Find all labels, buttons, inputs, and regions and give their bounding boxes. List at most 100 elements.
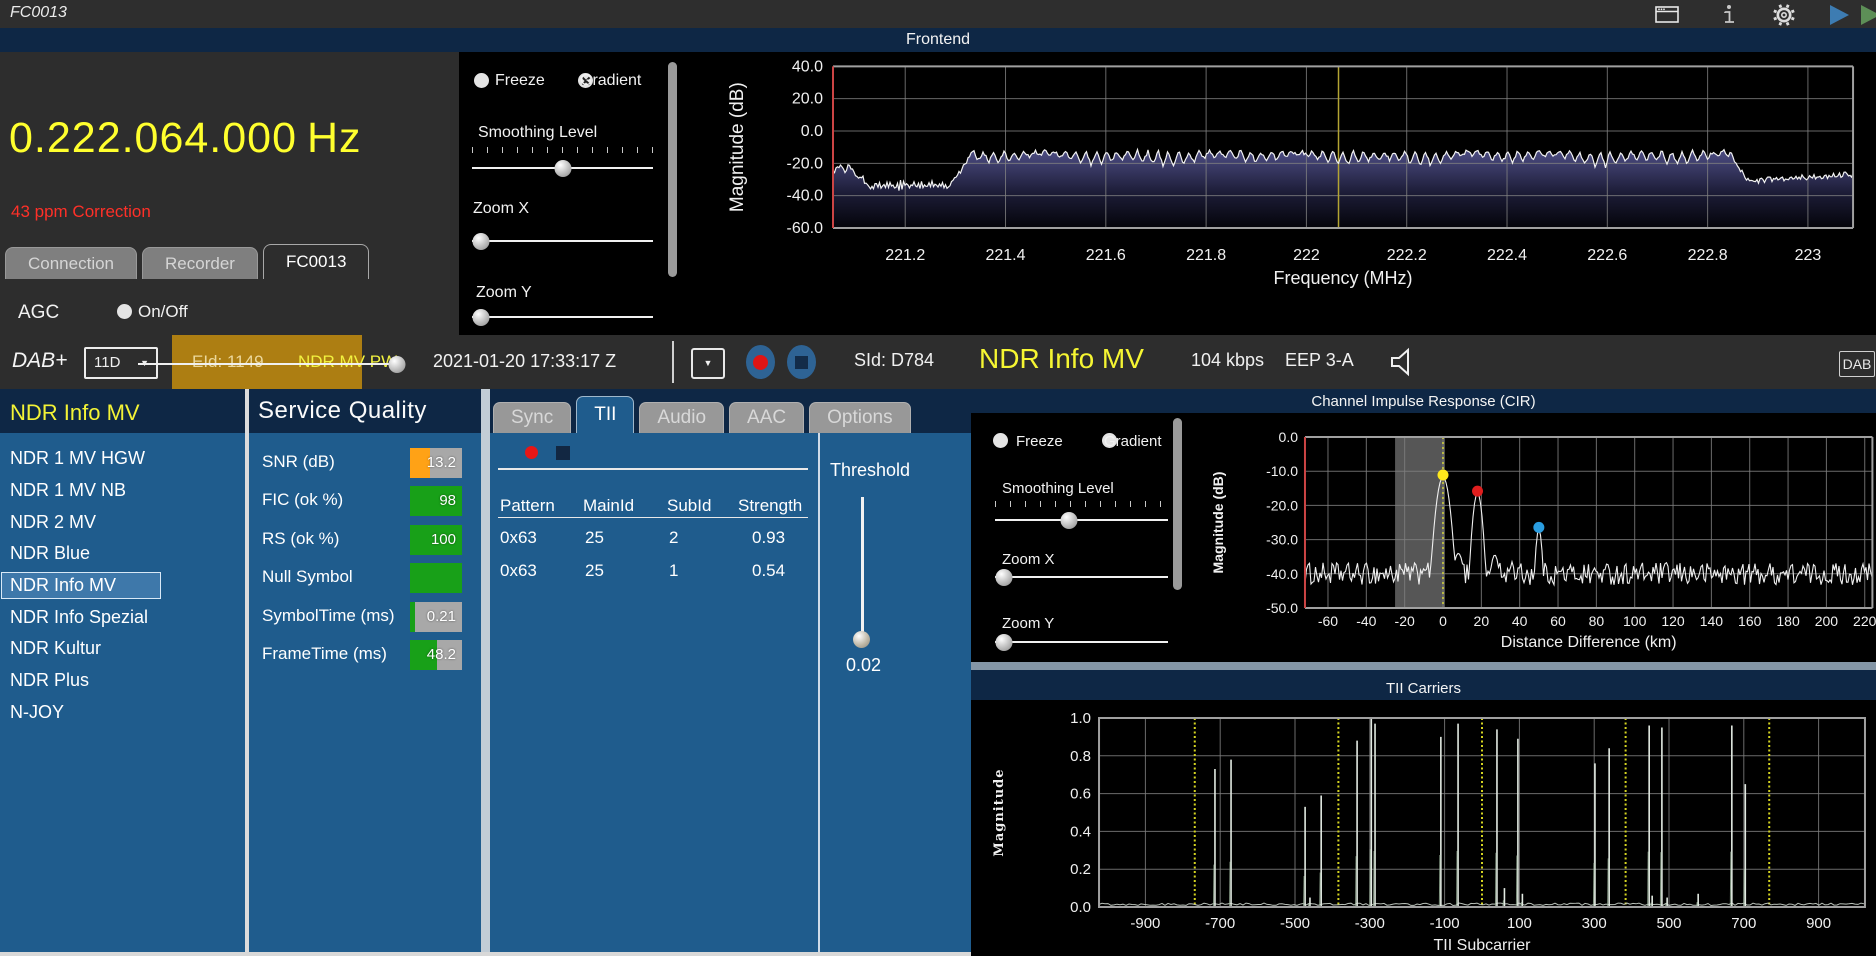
- svg-text:120: 120: [1661, 613, 1685, 629]
- cir-zoomy-slider-handle[interactable]: [995, 633, 1013, 651]
- dab-mode-label: DAB+: [12, 349, 68, 372]
- frontend-zoomy-slider-handle[interactable]: [472, 308, 490, 326]
- frontend-zoomx-slider[interactable]: [472, 232, 653, 250]
- protection-label: EEP 3-A: [1285, 350, 1354, 370]
- tab-aac[interactable]: AAC: [729, 402, 805, 433]
- frequency-unit: Hz: [307, 114, 362, 162]
- service-item-ndr-1-mv-hgw[interactable]: NDR 1 MV HGW: [0, 443, 245, 475]
- cir-zoomx-slider-handle[interactable]: [995, 568, 1013, 586]
- record-button[interactable]: [746, 345, 775, 379]
- service-list-header: NDR Info MV: [10, 400, 140, 425]
- svg-text:223: 223: [1795, 247, 1822, 264]
- threshold-slider-track[interactable]: [861, 497, 864, 637]
- svg-text:0.2: 0.2: [1070, 861, 1091, 878]
- cir-zoomx-slider[interactable]: [995, 568, 1168, 586]
- quality-label: FrameTime (ms): [262, 644, 387, 663]
- tab-tii[interactable]: TII: [576, 396, 635, 433]
- quality-fill: [410, 563, 462, 594]
- gain-slider[interactable]: [138, 355, 406, 373]
- frontend-freeze-label[interactable]: Freeze: [495, 72, 545, 90]
- horizontal-splitter[interactable]: [971, 662, 1876, 670]
- quality-value: 13.2: [426, 454, 456, 471]
- cir-plot-strip: Freeze Gradient Smoothing Level Zoom X Z…: [971, 413, 1876, 662]
- agc-onoff-label: On/Off: [138, 302, 188, 321]
- quality-badge: 0.21: [410, 601, 462, 632]
- frontend-zoomy-slider-track[interactable]: [472, 316, 653, 318]
- svg-text:500: 500: [1656, 915, 1681, 932]
- tii-carriers-plot[interactable]: 1.0 0.8 0.6 0.4 0.2 0.0 -900 -700 -500 -300 -100 10…: [971, 700, 1876, 956]
- service-item-n-joy[interactable]: N-JOY: [0, 697, 245, 729]
- quality-row-fic-ok-: FIC (ok %) 98: [249, 486, 481, 517]
- tab-recorder[interactable]: Recorder: [142, 247, 258, 279]
- service-item-ndr-2-mv[interactable]: NDR 2 MV: [0, 506, 245, 538]
- cir-header-title: Channel Impulse Response (CIR): [1311, 393, 1536, 410]
- svg-text:Magnitude (dB): Magnitude (dB): [1210, 472, 1226, 574]
- cir-smoothing-slider-handle[interactable]: [1060, 511, 1078, 529]
- pane-splitter[interactable]: [481, 389, 490, 956]
- cir-smoothing-slider-track[interactable]: [995, 519, 1168, 521]
- tii-carriers-header-title: TII Carriers: [1386, 680, 1461, 697]
- gain-slider-handle[interactable]: [388, 355, 406, 373]
- quality-value: 48.2: [426, 646, 456, 663]
- service-item-ndr-info-spezial[interactable]: NDR Info Spezial: [0, 601, 245, 633]
- cir-smoothing-slider[interactable]: [995, 511, 1168, 529]
- service-item-ndr-blue[interactable]: NDR Blue: [0, 538, 245, 570]
- svg-text:0.0: 0.0: [801, 123, 823, 140]
- tab-audio[interactable]: Audio: [639, 402, 725, 433]
- frontend-controls-scrollbar[interactable]: [668, 62, 677, 277]
- svg-text:222: 222: [1293, 247, 1320, 264]
- quality-label: SymbolTime (ms): [262, 605, 395, 625]
- frontend-smoothing-slider[interactable]: [472, 159, 653, 177]
- cir-zoomy-slider-track[interactable]: [995, 641, 1168, 643]
- cir-plot[interactable]: 0.0 -10.0 -20.0 -30.0 -40.0 -50.0 -60 -40 -20 0 20…: [971, 413, 1876, 662]
- recorder-dropdown-button[interactable]: ▼: [691, 348, 725, 379]
- cir-zoomy-slider[interactable]: [995, 633, 1168, 651]
- app-window: FC0013 Frontend 0.222.064.000 Hz 43 ppm C…: [0, 0, 1876, 956]
- quality-badge: 98: [410, 486, 462, 517]
- frontend-zoomx-slider-handle[interactable]: [472, 232, 490, 250]
- service-list: NDR 1 MV HGW NDR 1 MV NB NDR 2 MV NDR Blue N…: [0, 443, 245, 728]
- svg-text:-50.0: -50.0: [1266, 600, 1298, 616]
- agc-radio[interactable]: [117, 304, 132, 319]
- bitrate-label: 104 kbps: [1191, 350, 1265, 370]
- svg-text:300: 300: [1582, 915, 1607, 932]
- frontend-spectrum-plot[interactable]: 40.0 20.0 0.0 -20.0 -40.0 -60.0 221.2 221.4 221.…: [565, 52, 1876, 335]
- threshold-slider-handle[interactable]: [853, 631, 870, 648]
- frequency-value: 0.222.064.000: [9, 114, 297, 162]
- tab-options[interactable]: Options: [809, 402, 911, 433]
- dab-standard-badge: DAB: [1839, 351, 1875, 377]
- tii-stop-indicator[interactable]: [556, 446, 570, 460]
- svg-text:20.0: 20.0: [792, 91, 823, 108]
- svg-text:222.6: 222.6: [1587, 247, 1627, 264]
- cir-controls-scrollbar[interactable]: [1173, 418, 1182, 590]
- frontend-zoomy-slider[interactable]: [472, 308, 653, 326]
- gain-slider-track[interactable]: [138, 363, 405, 365]
- svg-text:Distance Difference (km): Distance Difference (km): [1501, 634, 1677, 651]
- quality-badge: 13.2: [410, 448, 462, 478]
- tii-record-indicator[interactable]: [525, 446, 538, 459]
- tii-col-header-mainid: MainId: [583, 496, 635, 515]
- service-item-ndr-info-mv[interactable]: NDR Info MV: [0, 570, 245, 602]
- quality-fill: [410, 601, 416, 632]
- current-service-name: NDR Info MV: [979, 343, 1144, 374]
- tab-connection[interactable]: Connection: [5, 247, 138, 279]
- svg-text:-40.0: -40.0: [787, 188, 824, 205]
- service-item-ndr-plus[interactable]: NDR Plus: [0, 665, 245, 697]
- service-item-ndr-1-mv-nb[interactable]: NDR 1 MV NB: [0, 475, 245, 507]
- threshold-value: 0.02: [846, 655, 882, 675]
- frontend-smoothing-slider-handle[interactable]: [554, 159, 571, 177]
- service-item-ndr-kultur[interactable]: NDR Kultur: [0, 633, 245, 665]
- cir-zoomx-slider-track[interactable]: [995, 576, 1168, 578]
- speaker-icon[interactable]: [1390, 347, 1416, 377]
- tab-fc0013[interactable]: FC0013: [262, 244, 370, 279]
- service-id: SId: D784: [854, 350, 935, 370]
- stop-button[interactable]: [787, 345, 816, 379]
- frontend-freeze-radio[interactable]: [474, 73, 489, 88]
- frontend-zoomx-slider-track[interactable]: [472, 240, 653, 242]
- svg-text:100: 100: [1623, 613, 1647, 629]
- quality-label: Null Symbol: [262, 567, 353, 587]
- svg-text:221.8: 221.8: [1186, 247, 1226, 264]
- tii-divider-line: [498, 468, 808, 470]
- svg-text:60: 60: [1550, 613, 1566, 629]
- tab-sync[interactable]: Sync: [493, 402, 572, 433]
